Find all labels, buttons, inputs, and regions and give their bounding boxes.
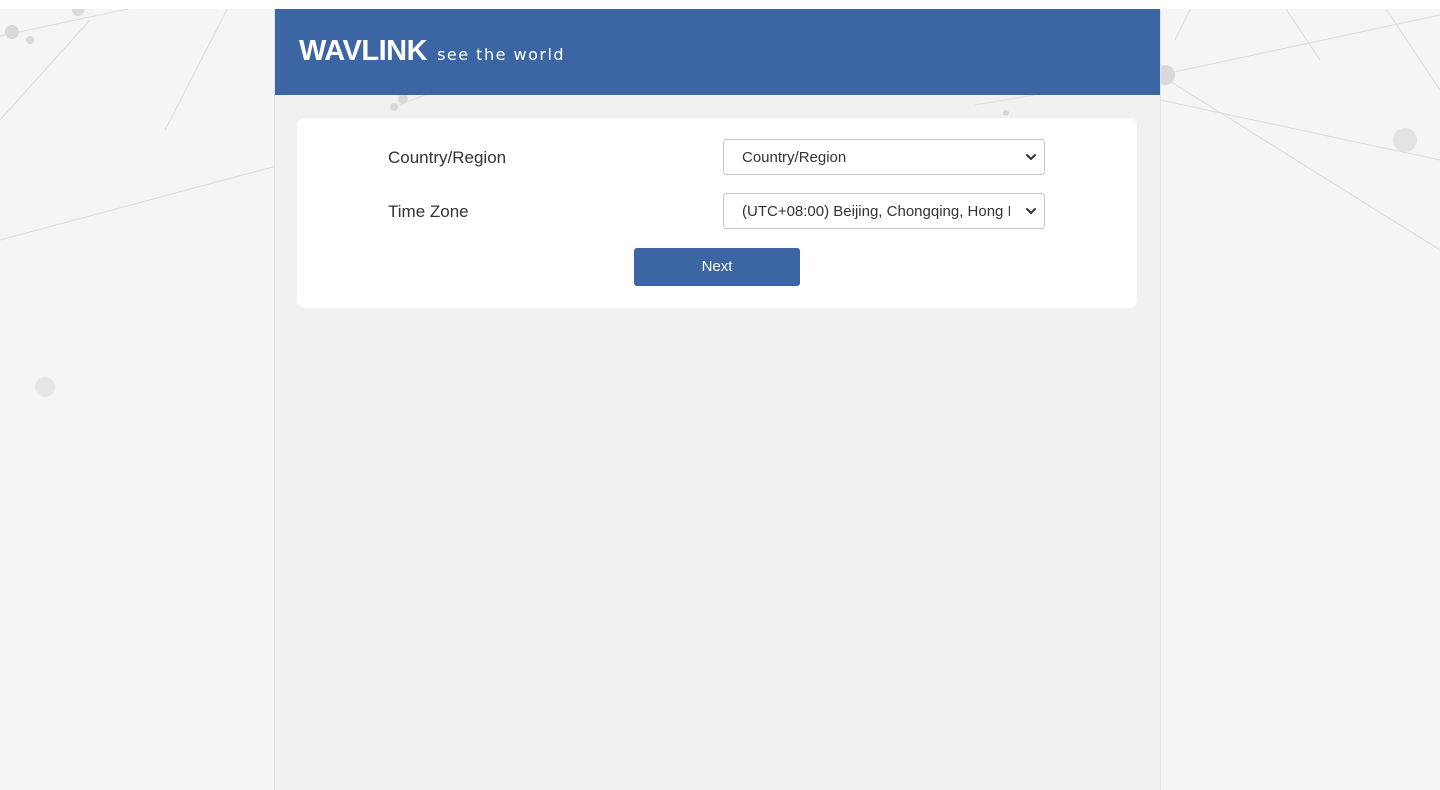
country-select[interactable]: Country/Region xyxy=(723,139,1045,175)
logo-tagline: see the world xyxy=(437,45,566,64)
header-bar: WAVLINK see the world xyxy=(275,9,1160,95)
setup-panel: WAVLINK see the world Country/Region Cou… xyxy=(274,9,1161,790)
chevron-down-icon xyxy=(1026,154,1036,160)
wavlink-logo: WAVLINK see the world xyxy=(299,35,565,68)
timezone-label: Time Zone xyxy=(388,202,469,221)
logo-wordmark: WAVLINK xyxy=(299,35,428,67)
country-label: Country/Region xyxy=(388,148,507,167)
next-button[interactable]: Next xyxy=(634,248,800,286)
chevron-down-icon xyxy=(1026,208,1036,214)
timezone-select[interactable]: (UTC+08:00) Beijing, Chongqing, Hong Kon… xyxy=(723,193,1045,229)
country-select-value: Country/Region xyxy=(742,149,847,166)
timezone-select-value: (UTC+08:00) Beijing, Chongqing, Hong Kon… xyxy=(742,203,1010,220)
top-strip xyxy=(0,0,1440,9)
country-row: Country/Region Country/Region xyxy=(297,139,1137,177)
timezone-row: Time Zone (UTC+08:00) Beijing, Chongqing… xyxy=(297,193,1137,231)
settings-card: Country/Region Country/Region Time Zone … xyxy=(297,118,1137,308)
